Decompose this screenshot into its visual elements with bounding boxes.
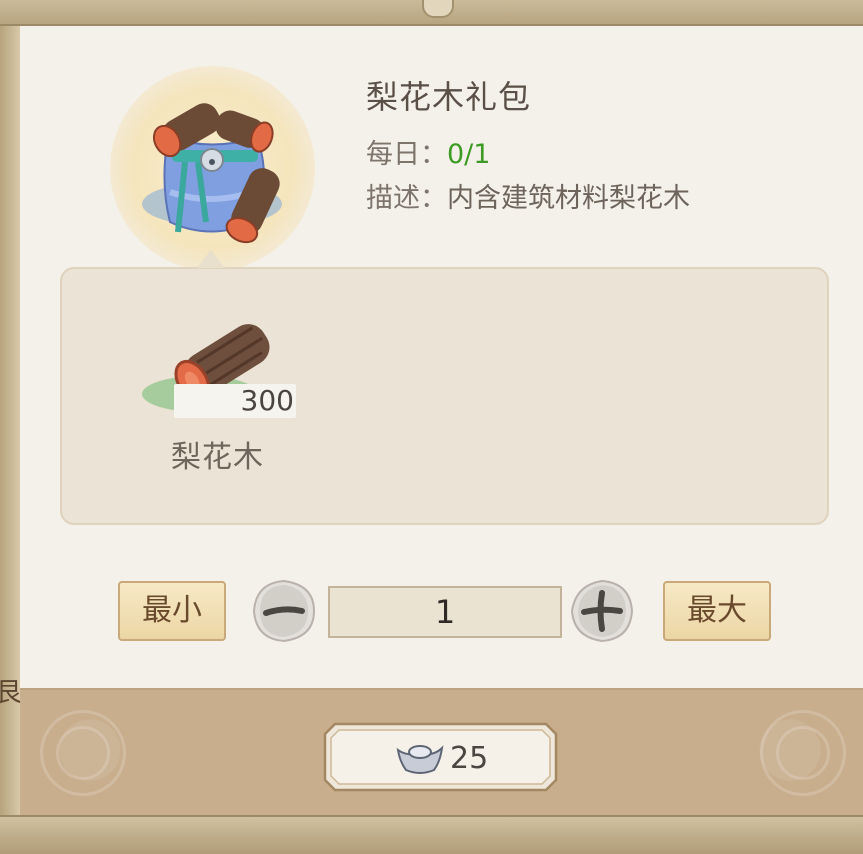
scroll-frame-top [0, 0, 863, 26]
scroll-frame-bottom [0, 815, 863, 854]
daily-limit-label: 每日： [366, 139, 447, 170]
contents-pointer [197, 250, 225, 268]
description-value: 内含建筑材料梨花木 [447, 183, 690, 214]
min-quantity-button[interactable]: 最小 [118, 581, 226, 641]
quantity-input[interactable]: 1 [328, 586, 562, 638]
swirl-decoration [776, 726, 830, 780]
scroll-knot-icon [422, 0, 454, 18]
plus-icon[interactable] [568, 577, 636, 645]
price-value: 25 [450, 741, 489, 776]
reward-quantity: 300 [174, 384, 296, 418]
item-title: 梨花木礼包 [366, 78, 532, 116]
reward-name: 梨花木 [171, 440, 264, 475]
scroll-frame-left: 艮 [0, 0, 23, 852]
swirl-decoration [56, 726, 110, 780]
daily-limit-row: 每日：0/1 [366, 132, 490, 171]
silver-ingot-icon [396, 745, 444, 774]
gift-bag-with-wood-logs-icon [142, 103, 282, 244]
description-row: 描述：内含建筑材料梨花木 [366, 176, 690, 215]
daily-limit-value: 0/1 [447, 139, 491, 170]
max-quantity-button[interactable]: 最大 [663, 581, 771, 641]
description-label: 描述： [366, 183, 447, 214]
side-glyph: 艮 [0, 678, 23, 708]
minus-icon[interactable] [250, 577, 318, 645]
